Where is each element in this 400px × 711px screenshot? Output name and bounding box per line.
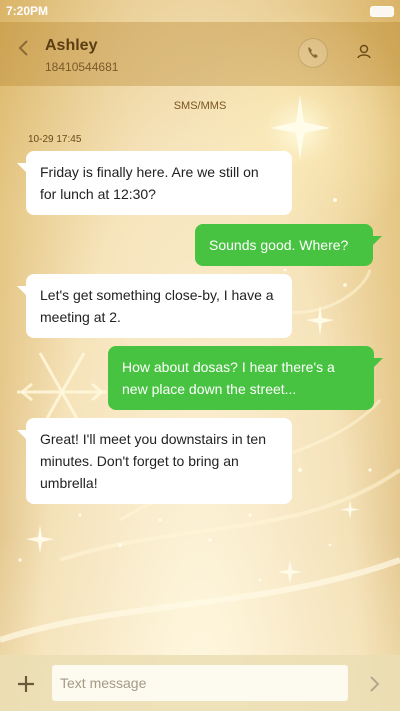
composer-bar	[0, 655, 400, 711]
message-timestamp: 10-29 17:45	[28, 134, 82, 145]
outgoing-message[interactable]: Sounds good. Where?	[195, 224, 382, 266]
channel-label: SMS/MMS	[173, 100, 227, 112]
contact-name[interactable]: Ashley	[45, 37, 97, 55]
chevron-left-icon[interactable]	[12, 36, 36, 60]
incoming-message[interactable]: Great! I'll meet you downstairs in ten m…	[17, 418, 292, 504]
phone-icon[interactable]	[298, 38, 328, 68]
status-bar: 7:20PM	[0, 0, 400, 22]
contact-number: 18410544681	[45, 60, 119, 74]
person-icon[interactable]	[350, 38, 378, 66]
plus-icon[interactable]	[14, 672, 38, 696]
conversation-header: Ashley 18410544681	[0, 22, 400, 86]
message-input[interactable]	[52, 665, 348, 701]
outgoing-message[interactable]: How about dosas? I hear there's a new pl…	[108, 346, 383, 410]
status-time: 7:20PM	[6, 4, 49, 18]
incoming-message[interactable]: Let's get something close-by, I have a m…	[17, 274, 292, 338]
chevron-right-icon[interactable]	[364, 672, 386, 696]
battery-icon	[370, 6, 394, 17]
incoming-message[interactable]: Friday is finally here. Are we still on …	[17, 151, 292, 215]
